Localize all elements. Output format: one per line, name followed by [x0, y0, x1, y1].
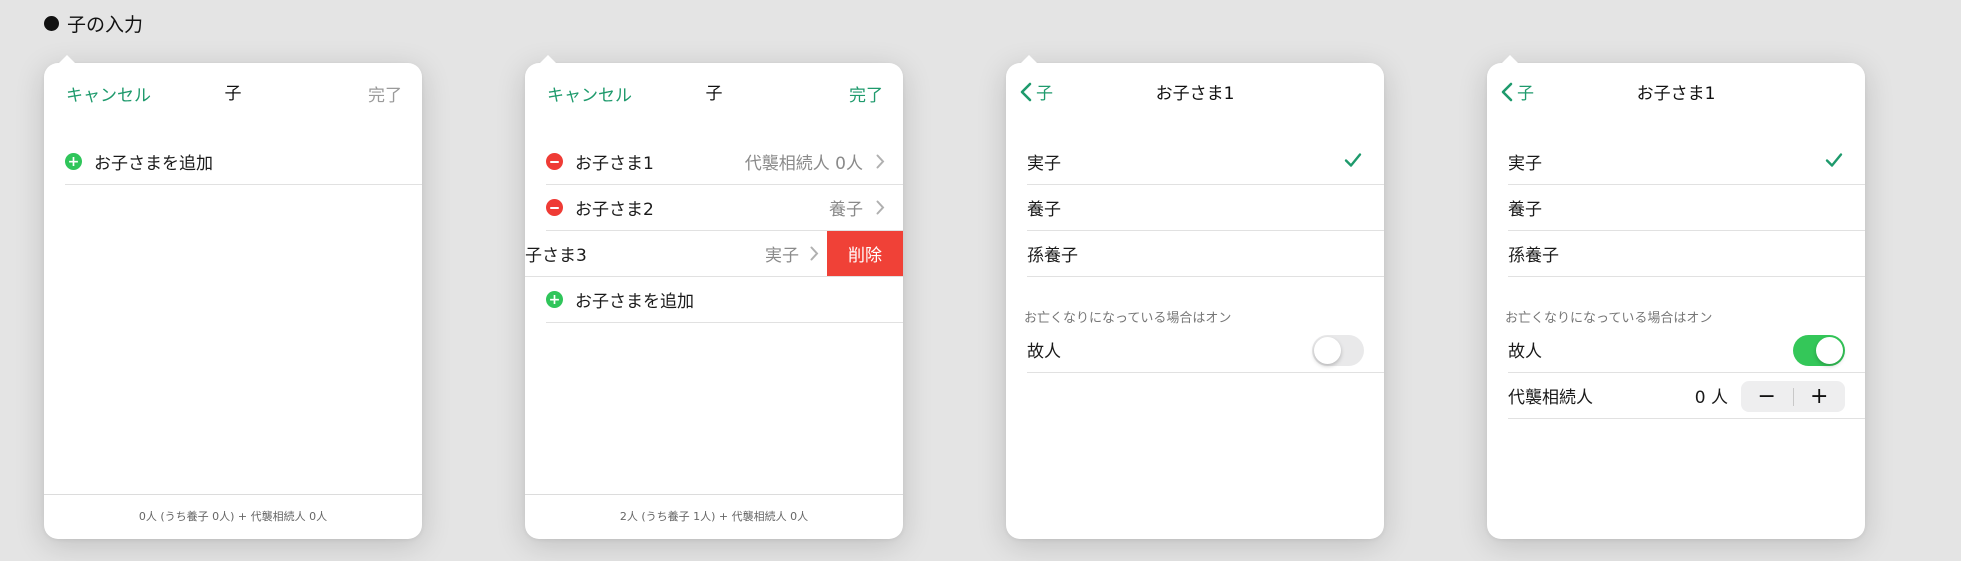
add-child-row[interactable]: + お子さまを追加	[546, 277, 903, 323]
deceased-toggle[interactable]	[1312, 335, 1364, 366]
child-type-list: 実子 養子 孫養子 お亡くなりになっている場合はオン 故人	[1006, 139, 1384, 373]
nav-title: お子さま1	[1155, 84, 1235, 104]
nav-bar: キャンセル 子 完了	[44, 63, 422, 119]
child-type-option[interactable]: 実子	[1508, 139, 1865, 185]
heir-label: 代襲相続人	[1508, 388, 1593, 408]
nav-bar: 子 お子さま1	[1487, 63, 1865, 119]
cancel-button[interactable]: キャンセル	[547, 81, 632, 106]
add-circle-icon: +	[546, 291, 563, 308]
page-title-text: 子の入力	[67, 14, 144, 36]
nav-title: お子さま1	[1636, 84, 1716, 104]
section-header: お亡くなりになっている場合はオン	[1024, 311, 1232, 326]
child-row-swiped[interactable]: 子さま3 実子 削除	[525, 231, 903, 277]
done-button[interactable]: 完了	[368, 81, 402, 106]
chevron-right-icon	[810, 246, 819, 261]
remove-circle-icon[interactable]	[546, 199, 563, 216]
children-list: + お子さまを追加	[44, 139, 422, 185]
option-label: 養子	[1027, 200, 1061, 220]
deceased-label: 故人	[1508, 342, 1542, 362]
child-detail-panel-deceased: 子 お子さま1 実子 養子 孫養子 お亡くなりになっている場合はオン 故人 代襲…	[1487, 55, 1865, 539]
heir-count: 0 人	[1694, 388, 1728, 408]
option-label: 実子	[1508, 154, 1542, 174]
child-row[interactable]: お子さま1 代襲相続人 0人	[546, 139, 903, 185]
deceased-row: 故人	[1508, 327, 1865, 373]
back-button[interactable]: 子	[1501, 79, 1534, 104]
section-header: お亡くなりになっている場合はオン	[1505, 311, 1713, 326]
decrement-button[interactable]: −	[1741, 381, 1793, 412]
child-row[interactable]: お子さま2 養子	[546, 185, 903, 231]
heir-row: 代襲相続人 0 人 − +	[1508, 373, 1865, 419]
heir-stepper: − +	[1741, 381, 1845, 412]
chevron-left-icon	[1501, 82, 1513, 101]
nav-bar: キャンセル 子 完了	[525, 63, 903, 119]
child-type-list: 実子 養子 孫養子 お亡くなりになっている場合はオン 故人 代襲相続人 0 人 …	[1487, 139, 1865, 419]
page-title: 子の入力	[44, 10, 143, 37]
summary-footer: 0人 (うち養子 0人) + 代襲相続人 0人	[44, 494, 422, 539]
deceased-row: 故人	[1027, 327, 1384, 373]
child-type-option[interactable]: 実子	[1027, 139, 1384, 185]
option-label: 実子	[1027, 154, 1061, 174]
chevron-right-icon	[876, 200, 885, 215]
deceased-toggle[interactable]	[1793, 335, 1845, 366]
chevron-left-icon	[1020, 82, 1032, 101]
add-child-row[interactable]: + お子さまを追加	[65, 139, 422, 185]
child-type-option[interactable]: 養子	[1027, 185, 1384, 231]
add-circle-icon: +	[65, 153, 82, 170]
children-panel-empty: キャンセル 子 完了 + お子さまを追加 0人 (うち養子 0人) + 代襲相続…	[44, 55, 422, 539]
children-panel-list: キャンセル 子 完了 お子さま1 代襲相続人 0人 お子さま2 養子 子さま3 …	[525, 55, 903, 539]
nav-bar: 子 お子さま1	[1006, 63, 1384, 119]
cancel-button[interactable]: キャンセル	[66, 81, 151, 106]
child-name: 子さま3	[525, 246, 587, 266]
increment-button[interactable]: +	[1794, 381, 1846, 412]
summary-footer: 2人 (うち養子 1人) + 代襲相続人 0人	[525, 494, 903, 539]
back-label: 子	[1517, 84, 1534, 104]
back-label: 子	[1036, 84, 1053, 104]
bullet-icon	[44, 16, 59, 31]
option-label: 孫養子	[1027, 246, 1078, 266]
toggle-knob	[1816, 337, 1843, 364]
checkmark-icon	[1825, 153, 1843, 167]
children-list: お子さま1 代襲相続人 0人 お子さま2 養子 子さま3 実子 削除 + お子さ…	[525, 139, 903, 323]
child-type-value: 養子	[829, 200, 863, 220]
toggle-knob	[1314, 337, 1341, 364]
delete-button[interactable]: 削除	[827, 231, 903, 276]
done-button[interactable]: 完了	[849, 81, 883, 106]
checkmark-icon	[1344, 153, 1362, 167]
child-name: お子さま2	[575, 200, 654, 220]
child-type-value: 実子	[765, 246, 799, 266]
swiped-content: 子さま3 実子	[525, 231, 827, 276]
child-detail-panel: 子 お子さま1 実子 養子 孫養子 お亡くなりになっている場合はオン 故人	[1006, 55, 1384, 539]
back-button[interactable]: 子	[1020, 79, 1053, 104]
option-label: 養子	[1508, 200, 1542, 220]
child-type-option[interactable]: 孫養子	[1508, 231, 1865, 277]
chevron-right-icon	[876, 154, 885, 169]
remove-circle-icon[interactable]	[546, 153, 563, 170]
deceased-label: 故人	[1027, 342, 1061, 362]
child-type-value: 代襲相続人 0人	[744, 154, 863, 174]
add-child-label: お子さまを追加	[575, 292, 694, 312]
child-type-option[interactable]: 養子	[1508, 185, 1865, 231]
add-child-label: お子さまを追加	[94, 154, 213, 174]
child-type-option[interactable]: 孫養子	[1027, 231, 1384, 277]
child-name: お子さま1	[575, 154, 654, 174]
option-label: 孫養子	[1508, 246, 1559, 266]
